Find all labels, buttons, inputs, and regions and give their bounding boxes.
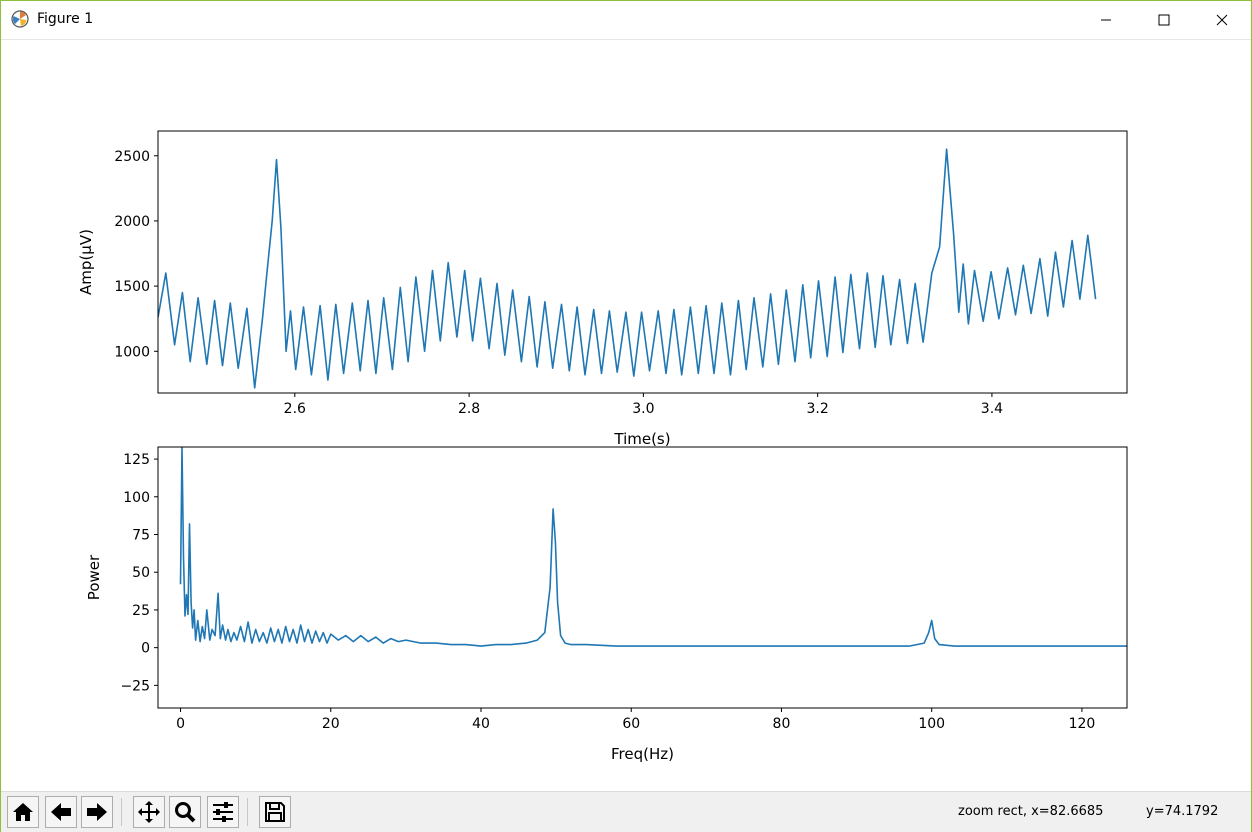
y-tick-label: 1500	[114, 279, 150, 295]
back-button[interactable]	[45, 796, 77, 828]
subplot-2: 0 20 40 60 80 100 120 −25 0 25 50 75 100 125 Freq(Hz) P…	[85, 446, 1128, 763]
subplot-1: 2.6 2.8 3.0 3.2 3.4 1000 1500 2000 2500 Time(s) Am…	[77, 130, 1128, 448]
y-tick-label: −25	[120, 678, 150, 694]
maximize-button[interactable]	[1135, 1, 1193, 39]
x-tick-label: 40	[472, 716, 490, 732]
save-button[interactable]	[259, 796, 291, 828]
magnifier-icon	[175, 802, 196, 823]
floppy-disk-icon	[265, 802, 285, 822]
series-line	[179, 447, 1127, 647]
y-axis-label: Amp(µV)	[77, 229, 95, 295]
forward-button[interactable]	[81, 796, 113, 828]
toolbar-separator	[247, 798, 248, 826]
series-line	[158, 148, 1097, 389]
home-icon	[13, 803, 33, 821]
x-tick-label: 3.2	[807, 401, 829, 417]
figure-svg: 2.6 2.8 3.0 3.2 3.41000150020002500Time(s)Am…	[77, 130, 1128, 763]
y-tick-label: 125	[123, 452, 150, 468]
pan-button[interactable]	[133, 796, 165, 828]
y-tick-label: 2000	[114, 214, 150, 230]
minimize-icon	[1101, 19, 1111, 21]
toolbar-separator	[121, 798, 122, 826]
maximize-icon	[1158, 14, 1170, 26]
x-axis-label: Freq(Hz)	[611, 745, 674, 763]
arrow-left-icon	[51, 803, 71, 821]
figure-window: Figure 1 2.6 2.8 3.0 3.2 3.4 1000 1500 2000 2500…	[0, 0, 1252, 832]
x-tick-label: 120	[1069, 716, 1096, 732]
x-tick-label: 3.0	[632, 401, 654, 417]
x-tick-label: 60	[622, 716, 640, 732]
status-coordinates-y: y=74.1792	[1146, 804, 1219, 819]
status-coordinates-x: zoom rect, x=82.6685	[958, 804, 1104, 819]
x-axis-label: Time(s)	[613, 430, 670, 448]
y-tick-label: 0	[141, 641, 150, 657]
close-button[interactable]	[1193, 1, 1251, 39]
x-tick-label: 80	[773, 716, 791, 732]
figure-canvas[interactable]: 2.6 2.8 3.0 3.2 3.4 1000 1500 2000 2500 Time(s) Am…	[1, 40, 1251, 790]
y-tick-label: 75	[132, 528, 150, 544]
matplotlib-logo-icon	[11, 10, 29, 28]
x-tick-label: 100	[918, 716, 945, 732]
axes-frame	[157, 130, 1128, 394]
arrow-right-icon	[87, 803, 107, 821]
title-bar: Figure 1	[1, 1, 1251, 40]
y-tick-label: 2500	[114, 149, 150, 165]
navigation-toolbar: zoom rect, x=82.6685 y=74.1792	[1, 791, 1251, 832]
x-tick-label: 0	[176, 716, 185, 732]
x-tick-label: 2.8	[458, 401, 480, 417]
sliders-icon	[213, 802, 233, 822]
x-tick-label: 20	[322, 716, 340, 732]
y-axis-label: Power	[85, 554, 103, 600]
y-tick-label: 50	[132, 565, 150, 581]
x-tick-label: 3.4	[981, 401, 1003, 417]
home-button[interactable]	[7, 796, 39, 828]
y-tick-label: 25	[132, 603, 150, 619]
move-icon	[138, 801, 160, 823]
minimize-button[interactable]	[1077, 1, 1135, 39]
y-tick-label: 100	[123, 490, 150, 506]
y-tick-label: 1000	[114, 344, 150, 360]
zoom-button[interactable]	[169, 796, 201, 828]
axes-frame	[157, 446, 1128, 709]
configure-subplots-button[interactable]	[207, 796, 239, 828]
x-tick-label: 2.6	[284, 401, 306, 417]
window-title: Figure 1	[37, 11, 94, 27]
close-icon	[1216, 14, 1228, 26]
